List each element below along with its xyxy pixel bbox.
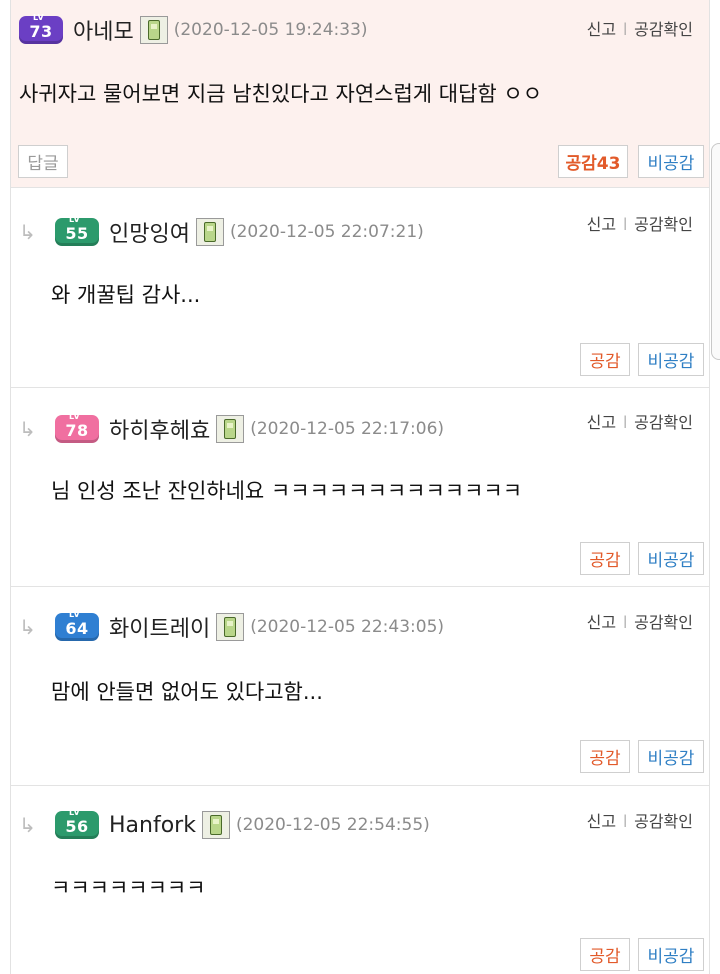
report-link[interactable]: 신고 xyxy=(587,211,616,235)
comment-text: 사귀자고 물어보면 지금 남친있다고 자연스럽게 대답함 ㅇㅇ xyxy=(19,82,543,106)
level-number: 56 xyxy=(65,817,89,836)
dislike-button[interactable]: 비공감 xyxy=(638,145,704,178)
right-border xyxy=(709,0,710,974)
reply-arrow-icon: ↳ xyxy=(19,813,36,837)
nickname[interactable]: 아네모 xyxy=(73,14,134,46)
comment-date: (2020-12-05 22:43:05) xyxy=(250,617,445,637)
level-number: 78 xyxy=(65,421,89,440)
comment-author: ↳ LV 55 인망잉여 (2020-12-05 22:07:21) xyxy=(19,215,424,248)
nickname[interactable]: Hanfork xyxy=(109,813,196,838)
level-badge: LV 64 xyxy=(55,610,99,641)
comment-actions: 신고 | 공감확인 xyxy=(587,609,693,633)
level-badge: LV 78 xyxy=(55,412,99,443)
report-link[interactable]: 신고 xyxy=(587,609,616,633)
comment-author: ↳ LV 64 화이트레이 (2020-12-05 22:43:05) xyxy=(19,610,445,643)
comment-date: (2020-12-05 22:54:55) xyxy=(235,815,430,835)
comment-date: (2020-12-05 22:07:21) xyxy=(229,222,424,242)
nickname[interactable]: 화이트레이 xyxy=(109,611,210,643)
comment-text: ㅋㅋㅋㅋㅋㅋㅋㅋ xyxy=(51,876,206,900)
report-link[interactable]: 신고 xyxy=(587,409,616,433)
nickname[interactable]: 인망잉여 xyxy=(109,216,190,248)
comment-date: (2020-12-05 19:24:33) xyxy=(173,20,368,40)
like-button[interactable]: 공감 xyxy=(580,542,630,575)
comment-actions: 신고 | 공감확인 xyxy=(587,16,693,40)
mobile-phone-icon xyxy=(216,415,245,443)
reply-comment: ↳ LV 78 하히후헤효 (2020-12-05 22:17:06) 신고 |… xyxy=(11,389,709,587)
sympathy-check-link[interactable]: 공감확인 xyxy=(634,16,693,40)
comment-text: 와 개꿀팁 감사... xyxy=(51,283,201,307)
level-number: 55 xyxy=(65,224,89,243)
separator: | xyxy=(623,216,628,230)
like-button[interactable]: 공감 xyxy=(580,740,630,773)
reply-button[interactable]: 답글 xyxy=(18,145,68,178)
reply-comment: ↳ LV 56 Hanfork (2020-12-05 22:54:55) 신고… xyxy=(11,787,709,974)
like-button[interactable]: 공감 xyxy=(580,938,630,971)
level-badge: LV 56 xyxy=(55,808,99,839)
reply-arrow-icon: ↳ xyxy=(19,417,36,441)
level-badge: LV 55 xyxy=(55,215,99,246)
sympathy-check-link[interactable]: 공감확인 xyxy=(634,409,693,433)
comment-author: LV 73 아네모 (2020-12-05 19:24:33) xyxy=(19,13,368,46)
reply-arrow-icon: ↳ xyxy=(19,220,36,244)
comment-author: ↳ LV 56 Hanfork (2020-12-05 22:54:55) xyxy=(19,808,430,841)
mobile-phone-icon xyxy=(139,16,168,44)
separator: | xyxy=(623,614,628,628)
reply-comment: ↳ LV 55 인망잉여 (2020-12-05 22:07:21) 신고 | … xyxy=(11,189,709,388)
dislike-button[interactable]: 비공감 xyxy=(638,938,704,971)
comment-actions: 신고 | 공감확인 xyxy=(587,211,693,235)
nickname[interactable]: 하히후헤효 xyxy=(109,413,210,445)
mobile-phone-icon xyxy=(195,218,224,246)
dislike-button[interactable]: 비공감 xyxy=(638,740,704,773)
mobile-phone-icon xyxy=(216,613,245,641)
separator: | xyxy=(623,21,628,35)
scrollbar-handle[interactable] xyxy=(711,143,720,360)
sympathy-check-link[interactable]: 공감확인 xyxy=(634,609,693,633)
comment-actions: 신고 | 공감확인 xyxy=(587,808,693,832)
comment-author: ↳ LV 78 하히후헤효 (2020-12-05 22:17:06) xyxy=(19,412,445,445)
comment-actions: 신고 | 공감확인 xyxy=(587,409,693,433)
separator: | xyxy=(623,813,628,827)
level-number: 64 xyxy=(65,619,89,638)
mobile-phone-icon xyxy=(201,811,230,839)
dislike-button[interactable]: 비공감 xyxy=(638,343,704,376)
comment-main: LV 73 아네모 (2020-12-05 19:24:33) 신고 | 공감확… xyxy=(11,0,709,188)
comment-text: 님 인성 조난 잔인하네요 ㅋㅋㅋㅋㅋㅋㅋㅋㅋㅋㅋㅋㅋ xyxy=(51,479,523,503)
reply-comment: ↳ LV 64 화이트레이 (2020-12-05 22:43:05) 신고 |… xyxy=(11,588,709,786)
reply-arrow-icon: ↳ xyxy=(19,615,36,639)
sympathy-check-link[interactable]: 공감확인 xyxy=(634,808,693,832)
like-button[interactable]: 공감 xyxy=(580,343,630,376)
comment-date: (2020-12-05 22:17:06) xyxy=(250,419,445,439)
report-link[interactable]: 신고 xyxy=(587,808,616,832)
dislike-button[interactable]: 비공감 xyxy=(638,542,704,575)
comment-text: 맘에 안들면 없어도 있다고함... xyxy=(51,680,323,704)
like-button[interactable]: 공감43 xyxy=(558,145,628,178)
level-number: 73 xyxy=(29,22,53,41)
sympathy-check-link[interactable]: 공감확인 xyxy=(634,211,693,235)
separator: | xyxy=(623,414,628,428)
report-link[interactable]: 신고 xyxy=(587,16,616,40)
level-badge: LV 73 xyxy=(19,13,63,44)
